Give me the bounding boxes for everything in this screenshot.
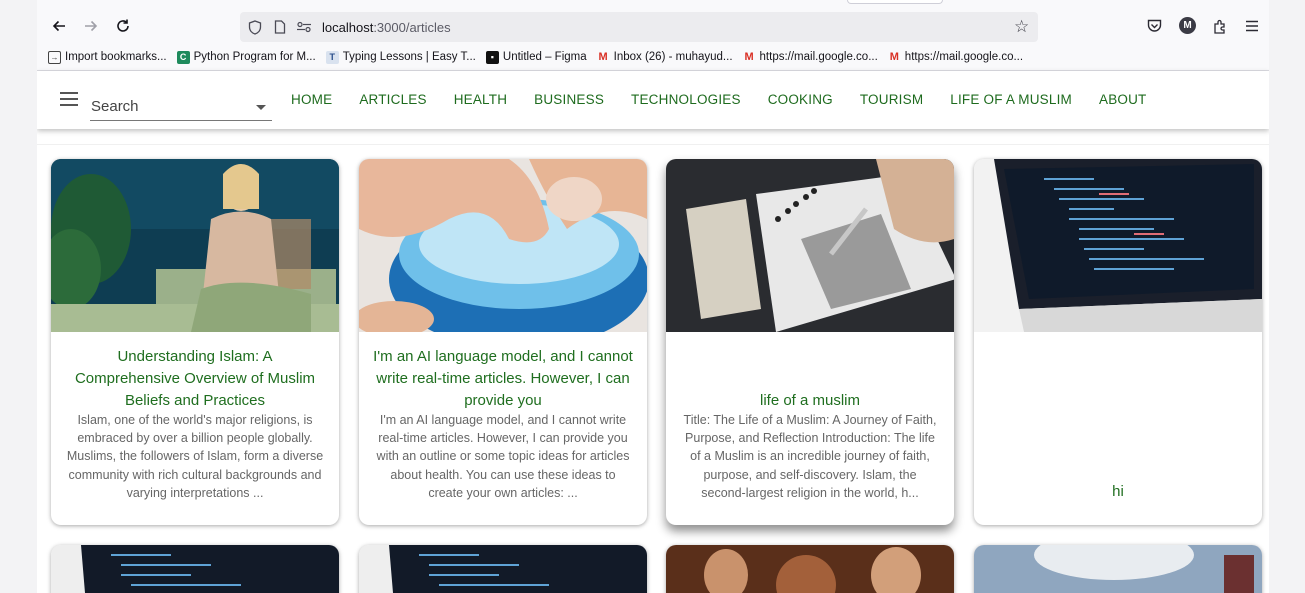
bookmark-inbox[interactable]: M Inbox (26) - muhayud...: [597, 51, 733, 64]
nav-health[interactable]: HEALTH: [446, 92, 515, 107]
bookmark-figma[interactable]: ▪ Untitled – Figma: [485, 50, 587, 64]
c-logo-icon: C: [176, 50, 190, 64]
article-card[interactable]: hi: [974, 159, 1262, 525]
article-description: Islam, one of the world's major religion…: [66, 413, 324, 500]
article-title[interactable]: I'm an AI language model, and I cannot w…: [373, 346, 633, 412]
article-card[interactable]: [974, 545, 1262, 593]
gmail-icon: M: [598, 51, 608, 63]
nav-technologies[interactable]: TECHNOLOGIES: [623, 92, 749, 107]
article-image: [974, 159, 1262, 332]
url-path: :3000/articles: [373, 20, 451, 35]
article-description: I'm an AI language model, and I cannot w…: [376, 413, 630, 500]
article-image: [51, 545, 339, 593]
article-title[interactable]: life of a muslim: [680, 390, 940, 412]
tab-edge: [847, 0, 943, 4]
article-image: [974, 545, 1262, 593]
reload-button[interactable]: [111, 14, 135, 38]
article-card[interactable]: [359, 545, 647, 593]
search-select[interactable]: Search: [90, 97, 272, 121]
search-label: Search: [91, 98, 139, 115]
article-card[interactable]: [51, 545, 339, 593]
nav-tourism[interactable]: TOURISM: [852, 92, 931, 107]
window-left-margin: [0, 0, 37, 593]
nav-articles[interactable]: ARTICLES: [351, 92, 434, 107]
account-avatar[interactable]: M: [1179, 17, 1196, 34]
nav-home[interactable]: HOME: [283, 92, 340, 107]
article-title[interactable]: hi: [988, 481, 1248, 503]
article-image: [359, 159, 647, 332]
t-logo-icon: T: [325, 50, 339, 64]
window-right-margin: [1269, 0, 1305, 593]
article-card[interactable]: I'm an AI language model, and I cannot w…: [359, 159, 647, 525]
bookmark-gmail-2[interactable]: M https://mail.google.co...: [888, 51, 1023, 64]
bookmark-label: Inbox (26) - muhayud...: [613, 51, 733, 63]
bookmarks-toolbar: → Import bookmarks... C Python Program f…: [37, 44, 1269, 71]
url-host: localhost: [322, 20, 374, 35]
article-image: [359, 545, 647, 593]
extensions-icon[interactable]: [1210, 16, 1230, 36]
app-menu-icon[interactable]: [1242, 16, 1262, 36]
back-arrow-icon: [52, 20, 65, 32]
forward-arrow-icon: [85, 20, 98, 32]
bookmark-label: Untitled – Figma: [502, 51, 587, 63]
article-image: [51, 159, 339, 332]
article-description: Title: The Life of a Muslim: A Journey o…: [683, 413, 937, 500]
article-card[interactable]: Understanding Islam: A Comprehensive Ove…: [51, 159, 339, 525]
url-text[interactable]: localhost:3000/articles: [322, 20, 451, 35]
figma-icon: ▪: [485, 50, 499, 64]
shield-icon[interactable]: [246, 18, 264, 36]
article-image: [666, 159, 954, 332]
bookmark-label: https://mail.google.co...: [904, 51, 1024, 63]
bookmark-label: Import bookmarks...: [65, 51, 167, 63]
permissions-icon[interactable]: [295, 18, 313, 36]
article-card[interactable]: [666, 545, 954, 593]
back-button[interactable]: [47, 14, 71, 38]
gmail-icon: M: [889, 51, 899, 63]
bookmark-python[interactable]: C Python Program for M...: [176, 50, 316, 64]
bookmark-star-icon[interactable]: ☆: [1014, 17, 1029, 37]
address-bar[interactable]: localhost:3000/articles ☆: [240, 12, 1038, 42]
dropdown-caret-icon[interactable]: [256, 105, 266, 110]
article-card[interactable]: life of a muslim Title: The Life of a Mu…: [666, 159, 954, 525]
import-icon: →: [48, 50, 61, 64]
nav-business[interactable]: BUSINESS: [526, 92, 612, 107]
article-title[interactable]: Understanding Islam: A Comprehensive Ove…: [65, 346, 325, 412]
bookmark-label: Python Program for M...: [193, 51, 316, 63]
bookmark-label: https://mail.google.co...: [759, 51, 878, 63]
content-divider: [37, 144, 1269, 145]
browser-window: localhost:3000/articles ☆ M → Import boo…: [37, 0, 1269, 593]
hamburger-menu-icon[interactable]: [60, 92, 78, 106]
nav-about[interactable]: ABOUT: [1091, 92, 1155, 107]
navigation-toolbar: localhost:3000/articles ☆ M: [37, 0, 1269, 44]
forward-button[interactable]: [79, 14, 103, 38]
nav-life-of-a-muslim[interactable]: LIFE OF A MUSLIM: [942, 92, 1080, 107]
pocket-icon[interactable]: [1144, 16, 1164, 36]
nav-cooking[interactable]: COOKING: [760, 92, 841, 107]
site-header: Search HOME ARTICLES HEALTH BUSINESS TEC…: [37, 71, 1269, 129]
reload-icon: [117, 19, 129, 32]
page-icon[interactable]: [271, 18, 289, 36]
article-image: [666, 545, 954, 593]
bookmark-typing[interactable]: T Typing Lessons | Easy T...: [325, 50, 476, 64]
bookmark-import[interactable]: → Import bookmarks...: [48, 50, 167, 64]
gmail-icon: M: [744, 51, 754, 63]
main-nav: HOME ARTICLES HEALTH BUSINESS TECHNOLOGI…: [283, 92, 1163, 107]
bookmark-label: Typing Lessons | Easy T...: [342, 51, 476, 63]
bookmark-gmail-1[interactable]: M https://mail.google.co...: [743, 51, 878, 64]
